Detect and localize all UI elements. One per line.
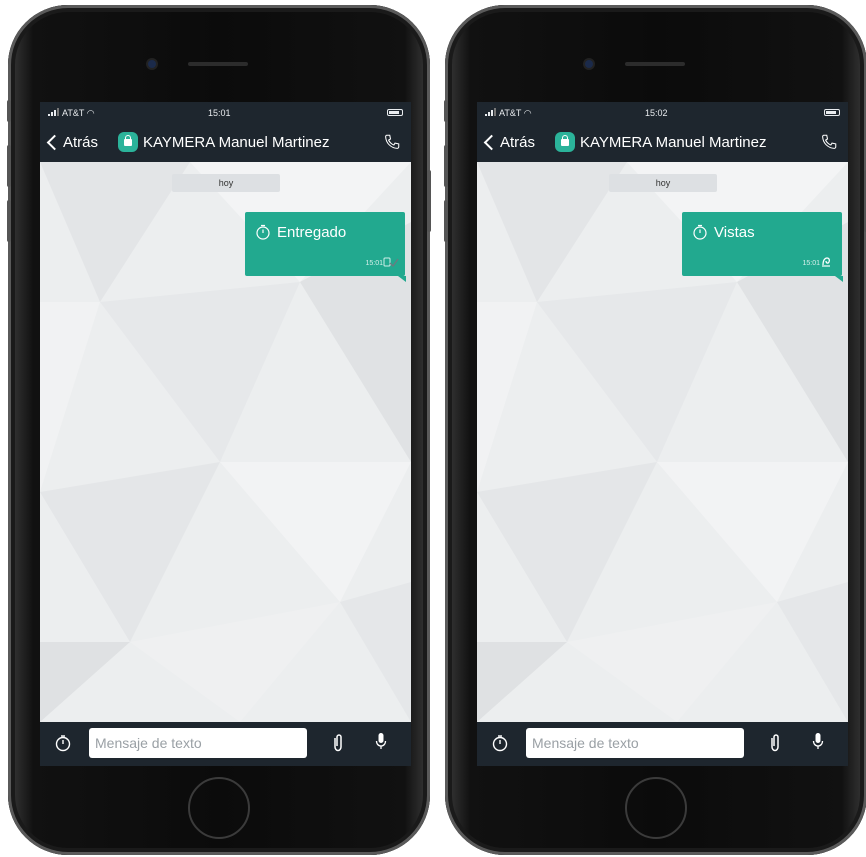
status-time: 15:02 — [645, 108, 668, 118]
timer-icon[interactable] — [54, 734, 72, 752]
screen: AT&T ◠ 15:02 Atrás KAYMERA Manuel Martin… — [477, 102, 848, 766]
seen-eye-icon — [822, 257, 831, 267]
home-button[interactable] — [188, 777, 250, 839]
message-text: Entregado — [277, 224, 347, 241]
attachment-paperclip-icon[interactable] — [769, 733, 781, 753]
back-label: Atrás — [63, 134, 99, 151]
contact-name[interactable]: KAYMERA Manuel Martinez — [143, 134, 329, 151]
volume-down-button — [444, 200, 448, 242]
delivered-check-icon — [383, 257, 399, 268]
message-time: 15:01 — [802, 260, 820, 267]
carrier-name: AT&T — [499, 108, 522, 118]
status-time: 15:01 — [208, 108, 231, 118]
earpiece-speaker — [625, 62, 685, 66]
timer-icon[interactable] — [491, 734, 509, 752]
wifi-icon: ◠ — [523, 108, 532, 118]
carrier-label: AT&T ◠ — [48, 108, 95, 119]
battery-icon — [387, 109, 403, 116]
microphone-icon[interactable] — [812, 732, 824, 752]
status-bar: AT&T ◠ 15:01 — [40, 102, 411, 124]
earpiece-speaker — [188, 62, 248, 66]
chat-header: Atrás KAYMERA Manuel Martinez — [477, 124, 848, 162]
status-bar: AT&T ◠ 15:02 — [477, 102, 848, 124]
chevron-left-icon — [46, 134, 63, 151]
phone-frame-right: AT&T ◠ 15:02 Atrás KAYMERA Manuel Martin… — [444, 5, 866, 855]
message-time: 15:01 — [365, 260, 383, 267]
volume-down-button — [7, 200, 11, 242]
call-icon[interactable] — [820, 133, 838, 151]
volume-up-button — [7, 145, 11, 187]
mute-switch — [444, 100, 448, 122]
phone-frame-left: AT&T ◠ 15:01 Atrás KAYMERA Manuel Martin… — [7, 5, 431, 855]
back-button[interactable]: Atrás — [483, 134, 535, 151]
message-bubble[interactable]: Entregado 15:01 — [245, 212, 406, 282]
secure-shield-icon — [555, 132, 575, 152]
carrier-label: AT&T ◠ — [485, 108, 532, 119]
signal-icon — [485, 108, 496, 116]
front-camera — [148, 60, 156, 68]
message-composer: Mensaje de texto — [477, 722, 848, 766]
message-composer: Mensaje de texto — [40, 722, 411, 766]
message-text: Vistas — [714, 224, 755, 241]
home-button[interactable] — [625, 777, 687, 839]
date-separator: hoy — [172, 174, 280, 192]
wifi-icon: ◠ — [86, 108, 95, 118]
date-separator: hoy — [609, 174, 717, 192]
power-button — [427, 170, 431, 232]
self-destruct-timer-icon — [256, 224, 270, 240]
signal-icon — [48, 108, 59, 116]
call-icon[interactable] — [383, 133, 401, 151]
back-button[interactable]: Atrás — [46, 134, 98, 151]
chevron-left-icon — [483, 134, 500, 151]
message-bubble[interactable]: Vistas 15:01 — [682, 212, 843, 282]
secure-shield-icon — [118, 132, 138, 152]
message-input[interactable]: Mensaje de texto — [526, 728, 744, 758]
contact-name[interactable]: KAYMERA Manuel Martinez — [580, 134, 766, 151]
chat-header: Atrás KAYMERA Manuel Martinez — [40, 124, 411, 162]
message-input[interactable]: Mensaje de texto — [89, 728, 307, 758]
battery-icon — [824, 109, 840, 116]
carrier-name: AT&T — [62, 108, 85, 118]
attachment-paperclip-icon[interactable] — [332, 733, 344, 753]
back-label: Atrás — [500, 134, 536, 151]
volume-up-button — [444, 145, 448, 187]
front-camera — [585, 60, 593, 68]
mute-switch — [7, 100, 11, 122]
screen: AT&T ◠ 15:01 Atrás KAYMERA Manuel Martin… — [40, 102, 411, 766]
self-destruct-timer-icon — [693, 224, 707, 240]
microphone-icon[interactable] — [375, 732, 387, 752]
